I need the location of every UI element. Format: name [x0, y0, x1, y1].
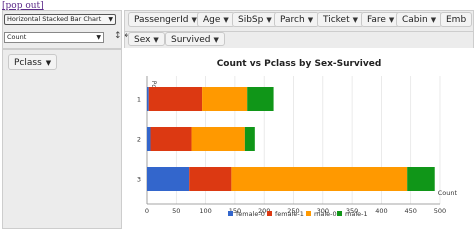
legend-label-female-0: female-0	[236, 210, 265, 218]
attr-chip-age[interactable]: Age ▼	[197, 12, 235, 27]
bar-segment-male-1-pclass-1	[247, 87, 274, 111]
x-tick-label: 400	[375, 207, 387, 215]
bar-segment-female-1-pclass-1	[148, 87, 203, 111]
col-field-label: Sex	[134, 35, 151, 45]
bar-segment-female-0-pclass-1	[147, 87, 149, 111]
bar-segment-female-1-pclass-2	[150, 127, 192, 151]
col-field-survived[interactable]: Survived ▼	[165, 32, 225, 46]
attr-chip-emb[interactable]: Emb	[440, 12, 473, 27]
chart-svg: Count vs Pclass by Sex-Survived0 50 100 150…	[137, 59, 458, 218]
attr-chip-label: Parch	[280, 15, 305, 25]
dropdown-arrow-icon[interactable]: ▼	[46, 59, 51, 67]
bar-segment-male-1-pclass-3	[407, 167, 435, 191]
legend-label-female-1: female-1	[275, 210, 304, 218]
bar-segment-female-0-pclass-3	[147, 167, 190, 191]
attr-chip-label: Emb	[446, 15, 467, 25]
dropdown-arrow-icon[interactable]: ▼	[214, 36, 219, 44]
aggregator-selected: Count	[7, 33, 27, 41]
dropdown-arrow-icon[interactable]: ▼	[431, 16, 436, 24]
x-tick-label: 0	[145, 207, 149, 215]
dropdown-arrow-icon[interactable]: ▼	[308, 16, 313, 24]
row-field-label: Pclass	[14, 58, 42, 68]
y-tick-label: 2	[137, 136, 141, 144]
chevron-down-icon: ▼	[108, 16, 113, 23]
renderer-select[interactable]: Horizontal Stacked Bar Chart ▼	[4, 14, 116, 25]
attr-chip-ticket[interactable]: Ticket ▼	[317, 12, 365, 27]
col-field-label: Survived	[171, 35, 211, 45]
bar-segment-male-0-pclass-3	[231, 167, 408, 191]
attr-chip-label: Age	[203, 15, 221, 25]
x-tick-label: 50	[172, 207, 180, 215]
chart-title: Count vs Pclass by Sex-Survived	[217, 59, 382, 69]
attr-chip-cabin[interactable]: Cabin ▼	[396, 12, 443, 27]
bar-segment-female-1-pclass-3	[189, 167, 232, 191]
attr-chip-sibsp[interactable]: SibSp ▼	[232, 12, 278, 27]
bar-segment-female-0-pclass-2	[147, 127, 151, 151]
chevron-down-icon: ▼	[96, 34, 101, 41]
attr-chip-parch[interactable]: Parch ▼	[274, 12, 320, 27]
attr-chip-label: SibSp	[238, 15, 264, 25]
y-tick-label: 3	[137, 176, 141, 184]
bar-segment-male-1-pclass-2	[244, 127, 255, 151]
row-field-pclass[interactable]: Pclass ▼	[8, 54, 58, 70]
renderer-selected: Horizontal Stacked Bar Chart	[7, 15, 102, 23]
dropdown-arrow-icon[interactable]: ▼	[266, 16, 271, 24]
col-field-sex[interactable]: Sex ▼	[128, 32, 165, 46]
legend-swatch-male-1	[337, 211, 342, 216]
legend-swatch-female-1	[267, 211, 272, 216]
legend-swatch-female-0	[228, 211, 233, 216]
aggregator-select[interactable]: Count ▼	[4, 32, 104, 43]
dropdown-arrow-icon[interactable]: ▼	[389, 16, 394, 24]
attr-chip-label: Cabin	[402, 15, 428, 25]
attr-chip-label: PassengerId	[134, 15, 189, 25]
x-axis-label: Count	[438, 189, 458, 197]
dropdown-arrow-icon[interactable]: ▼	[153, 36, 158, 44]
legend-label-male-0: male-0	[314, 210, 337, 218]
attr-chip-passengerid[interactable]: PassengerId ▼	[128, 12, 203, 27]
legend-label-male-1: male-1	[345, 210, 368, 218]
attr-chip-label: Fare	[367, 15, 386, 25]
dropdown-arrow-icon[interactable]: ▼	[223, 16, 228, 24]
legend-swatch-male-0	[306, 211, 311, 216]
x-tick-label: 500	[434, 207, 446, 215]
chart-container: Count vs Pclass by Sex-Survived 0 50 100 150…	[124, 48, 474, 234]
dropdown-arrow-icon[interactable]: ▼	[353, 16, 358, 24]
x-tick-label: 450	[404, 207, 416, 215]
x-tick-label: 100	[199, 207, 211, 215]
attr-chip-fare[interactable]: Fare ▼	[361, 12, 401, 27]
bar-segment-male-0-pclass-1	[202, 87, 248, 111]
bar-segment-male-0-pclass-2	[191, 127, 245, 151]
row-fields-panel	[2, 49, 122, 229]
y-tick-label: 1	[137, 96, 141, 104]
attr-chip-label: Ticket	[323, 15, 350, 25]
